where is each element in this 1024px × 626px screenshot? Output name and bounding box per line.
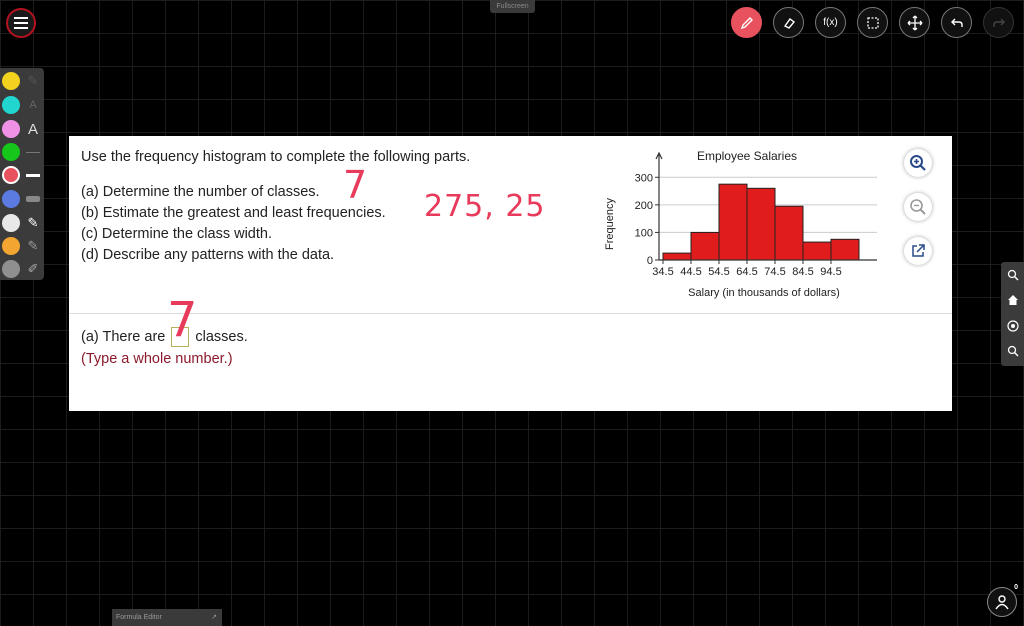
side-zoom-out-button[interactable] (1004, 342, 1021, 359)
ink-frequencies-answer: 275, 25 (424, 189, 546, 224)
color-swatch-yellow[interactable] (2, 72, 20, 90)
color-swatch-cyan[interactable] (2, 96, 20, 114)
text-small-icon[interactable]: A (24, 96, 42, 114)
external-link-icon (912, 244, 925, 257)
ink-box-answer: 7 (167, 292, 198, 348)
color-swatch-blue[interactable] (2, 190, 20, 208)
histogram-bar (746, 187, 776, 261)
question-part-c: (c) Determine the class width. (81, 226, 272, 242)
section-divider (69, 313, 952, 314)
question-part-b: (b) Estimate the greatest and least freq… (81, 205, 386, 221)
color-swatch-gray[interactable] (2, 260, 20, 278)
zoom-out-icon (910, 199, 926, 215)
x-tick-label: 94.5 (820, 266, 841, 278)
pencil-icon (740, 16, 753, 29)
fullscreen-tab[interactable]: Fullscreen (490, 0, 535, 13)
histogram-bar (830, 238, 860, 261)
redo-button[interactable] (983, 7, 1014, 38)
color-swatch-orange[interactable] (2, 237, 20, 255)
color-palette: ✎ A A ✎ ✎ ✐ (0, 68, 44, 280)
menu-button[interactable] (6, 8, 36, 38)
answer-line: (a) There are classes. (81, 327, 248, 347)
histogram-bar (690, 231, 720, 261)
function-tool-button[interactable]: f(x) (815, 7, 846, 38)
x-tick-label: 64.5 (736, 266, 757, 278)
histogram-bar (802, 241, 832, 261)
y-tick-label: 200 (635, 200, 653, 212)
question-panel: Use the frequency histogram to complete … (69, 136, 952, 411)
selection-icon (866, 16, 879, 29)
highlighter-icon[interactable]: ✎ (24, 72, 42, 90)
chart-title: Employee Salaries (697, 149, 797, 163)
participants-button[interactable]: 0 (987, 584, 1018, 617)
x-tick-label: 44.5 (680, 266, 701, 278)
side-home-button[interactable] (1004, 291, 1021, 308)
marker-icon[interactable]: ✎ (24, 237, 42, 255)
drawing-toolbar: f(x) (731, 7, 1014, 38)
expand-icon: ↗ (211, 614, 217, 621)
answer-hint: (Type a whole number.) (81, 351, 233, 367)
side-navigation (1001, 262, 1024, 366)
formula-editor-label: Formula Editor (116, 614, 162, 621)
thin-line-icon[interactable] (24, 143, 42, 161)
histogram-bar (774, 205, 804, 261)
user-icon (995, 595, 1009, 610)
zoom-out-icon (1007, 345, 1018, 356)
move-arrows-icon (907, 15, 922, 30)
undo-button[interactable] (941, 7, 972, 38)
histogram-bar (718, 183, 748, 261)
medium-line-icon[interactable] (24, 166, 42, 184)
answer-prefix: (a) There are (81, 329, 166, 345)
side-zoom-in-button[interactable] (1004, 266, 1021, 283)
eraser-icon (783, 17, 795, 29)
histogram-bar (662, 252, 692, 261)
text-tool-icon[interactable]: A (24, 120, 42, 138)
eraser-tool-button[interactable] (773, 7, 804, 38)
thick-line-icon[interactable] (24, 190, 42, 208)
x-tick-label: 54.5 (708, 266, 729, 278)
color-swatch-green[interactable] (2, 143, 20, 161)
question-part-d: (d) Describe any patterns with the data. (81, 247, 335, 263)
target-icon (1006, 319, 1019, 332)
undo-icon (950, 18, 963, 27)
select-tool-button[interactable] (857, 7, 888, 38)
pen-icon[interactable]: ✎ (24, 214, 42, 232)
x-tick-label: 74.5 (764, 266, 785, 278)
redo-icon (992, 18, 1005, 27)
home-icon (1007, 294, 1018, 305)
participants-count: 0 (1014, 584, 1018, 591)
zoom-in-icon (910, 155, 926, 171)
pen-tool-button[interactable] (731, 7, 762, 38)
x-tick-label: 34.5 (652, 266, 673, 278)
chart-y-axis-label: Frequency (604, 198, 616, 250)
question-title: Use the frequency histogram to complete … (81, 149, 471, 165)
side-center-button[interactable] (1004, 317, 1021, 334)
x-tick-label: 84.5 (792, 266, 813, 278)
ink-classes-answer: 7 (343, 163, 368, 207)
color-swatch-white[interactable] (2, 214, 20, 232)
color-swatch-red[interactable] (2, 166, 20, 184)
histogram-chart: Employee Salaries Frequency Salary (in t… (604, 149, 877, 299)
zoom-out-button[interactable] (904, 193, 932, 221)
move-tool-button[interactable] (899, 7, 930, 38)
formula-editor-tab[interactable]: Formula Editor ↗ (112, 609, 222, 626)
zoom-in-button[interactable] (904, 149, 932, 177)
y-tick-label: 100 (635, 227, 653, 239)
question-part-a: (a) Determine the number of classes. (81, 184, 320, 200)
chart-x-axis-label: Salary (in thousands of dollars) (688, 287, 840, 299)
brush-icon[interactable]: ✐ (24, 260, 42, 278)
answer-suffix: classes. (195, 329, 248, 345)
color-swatch-pink[interactable] (2, 120, 20, 138)
y-tick-label: 300 (635, 172, 653, 184)
hamburger-icon (14, 17, 28, 29)
open-external-button[interactable] (904, 237, 932, 265)
zoom-in-icon (1007, 269, 1018, 280)
